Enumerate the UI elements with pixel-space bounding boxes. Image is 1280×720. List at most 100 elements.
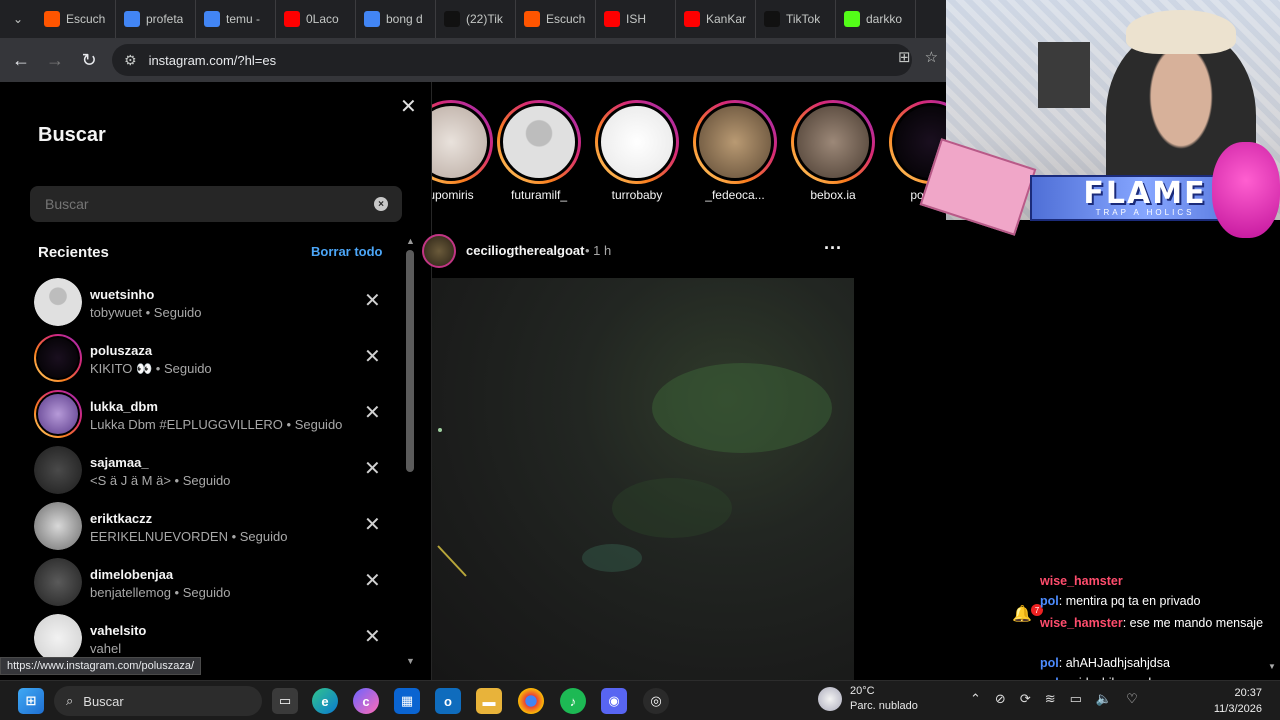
story-ring[interactable] xyxy=(791,100,875,184)
story-ring[interactable] xyxy=(595,100,679,184)
tray-overflow-icon[interactable]: ⌃ xyxy=(970,691,981,707)
story-ring[interactable] xyxy=(693,100,777,184)
avatar[interactable] xyxy=(34,334,82,382)
remove-recent-icon[interactable]: ✕ xyxy=(364,400,381,425)
back-arrow-icon[interactable]: ← xyxy=(4,43,38,77)
chat-message: wise_hamster xyxy=(1040,574,1280,588)
story-item[interactable]: upomiris xyxy=(432,100,496,202)
browser-tab[interactable]: TikTok xyxy=(756,0,836,38)
install-app-icon[interactable]: ⊞ xyxy=(898,48,911,66)
clear-all-button[interactable]: Borrar todo xyxy=(311,244,383,259)
browser-tab[interactable]: 0Laco xyxy=(276,0,356,38)
browser-tab[interactable]: temu - xyxy=(196,0,276,38)
browser-tab[interactable]: bong d xyxy=(356,0,436,38)
post-image-art xyxy=(437,363,832,577)
avatar[interactable] xyxy=(34,278,82,326)
post-author-avatar[interactable] xyxy=(422,234,456,268)
site-info-icon[interactable]: ⚙ xyxy=(124,52,137,69)
volume-icon[interactable]: 🔈 xyxy=(1096,691,1112,707)
search-box[interactable]: × xyxy=(30,186,402,222)
browser-tab[interactable]: (22)Tik xyxy=(436,0,516,38)
avatar[interactable] xyxy=(34,390,82,438)
remove-recent-icon[interactable]: ✕ xyxy=(364,456,381,481)
recent-search-item[interactable]: lukka_dbm Lukka Dbm #ELPLUGGVILLERO • Seg… xyxy=(0,388,400,444)
wifi-icon[interactable]: ≋ xyxy=(1045,691,1056,707)
bookmark-star-icon[interactable]: ☆ xyxy=(925,48,938,66)
recent-username[interactable]: eriktkaczz xyxy=(90,511,152,526)
store-icon[interactable]: ▦ xyxy=(394,688,420,714)
obs-icon[interactable]: ◎ xyxy=(643,688,669,714)
copilot-icon[interactable]: c xyxy=(353,688,379,714)
browser-tab[interactable]: Escuch xyxy=(36,0,116,38)
recent-username[interactable]: poluszaza xyxy=(90,343,152,358)
browser-tab-label: TikTok xyxy=(786,12,821,26)
address-bar[interactable]: ⚙ instagram.com/?hl=es xyxy=(112,44,912,76)
recent-username[interactable]: lukka_dbm xyxy=(90,399,158,414)
remove-recent-icon[interactable]: ✕ xyxy=(364,624,381,649)
browser-tab[interactable]: ISH xyxy=(596,0,676,38)
taskbar-search[interactable]: ⌕ Buscar xyxy=(54,686,262,716)
windows-start-icon[interactable]: ⊞ xyxy=(18,688,44,714)
story-ring[interactable] xyxy=(497,100,581,184)
panel-scrollbar[interactable]: ▲ ▼ xyxy=(404,236,416,666)
discord-icon[interactable]: ◉ xyxy=(601,688,627,714)
scroll-up-icon[interactable]: ▲ xyxy=(406,236,415,246)
recent-username[interactable]: sajamaa_ xyxy=(90,455,149,470)
forward-arrow-icon[interactable]: → xyxy=(38,43,72,77)
recent-username[interactable]: wuetsinho xyxy=(90,287,154,302)
avatar[interactable] xyxy=(34,558,82,606)
chrome-icon[interactable] xyxy=(518,688,544,714)
task-view-icon[interactable]: ▭ xyxy=(272,688,298,714)
recent-search-item[interactable]: eriktkaczz EERIKELNUEVORDEN • Seguido ✕ xyxy=(0,500,400,556)
outlook-icon[interactable]: o xyxy=(435,688,461,714)
story-item[interactable]: turrobaby xyxy=(592,100,682,202)
avatar[interactable] xyxy=(34,614,82,662)
clear-search-icon[interactable]: × xyxy=(374,197,388,211)
sync-icon[interactable]: ⟳ xyxy=(1020,691,1031,707)
recent-search-item[interactable]: wuetsinho tobywuet • Seguido ✕ xyxy=(0,276,400,332)
weather-widget[interactable]: 20°C Parc. nublado xyxy=(818,684,918,714)
close-icon[interactable]: ✕ xyxy=(400,94,417,119)
url-text[interactable]: instagram.com/?hl=es xyxy=(149,53,277,68)
taskbar-clock[interactable]: 20:37 11/3/2026 xyxy=(1200,685,1262,717)
story-item[interactable]: futuramilf_ xyxy=(494,100,584,202)
browser-tab[interactable]: darkko xyxy=(836,0,916,38)
avatar[interactable] xyxy=(34,446,82,494)
remove-recent-icon[interactable]: ✕ xyxy=(364,512,381,537)
file-explorer-icon[interactable]: ▬ xyxy=(476,688,502,714)
browser-tab[interactable]: Escuch xyxy=(516,0,596,38)
reload-icon[interactable]: ↻ xyxy=(72,43,106,77)
recent-username[interactable]: dimelobenjaa xyxy=(90,567,173,582)
edge-icon[interactable]: e xyxy=(312,688,338,714)
story-item[interactable]: _fedeoca... xyxy=(690,100,780,202)
recent-search-item[interactable]: poluszaza KIKITO 👀 • Seguido ✕ xyxy=(0,332,400,388)
network-icon[interactable]: ⊘ xyxy=(995,691,1006,707)
recent-username[interactable]: vahelsito xyxy=(90,623,146,638)
avatar[interactable] xyxy=(34,502,82,550)
remove-recent-icon[interactable]: ✕ xyxy=(364,344,381,369)
story-item[interactable]: bebox.ia xyxy=(788,100,878,202)
search-input[interactable] xyxy=(45,196,345,212)
youtube-icon xyxy=(684,11,700,27)
recent-search-item[interactable]: sajamaa_ <S ä J ä M ä> • Seguido ✕ xyxy=(0,444,400,500)
more-options-icon[interactable]: ··· xyxy=(824,238,842,259)
story-ring[interactable] xyxy=(432,100,493,184)
tab-search-chevron-icon[interactable]: ⌄ xyxy=(0,0,36,38)
weather-temperature: 20°C xyxy=(850,685,875,697)
avatar-image xyxy=(36,336,80,380)
spotify-icon[interactable]: ♪ xyxy=(560,688,586,714)
browser-tab[interactable]: profeta xyxy=(116,0,196,38)
post-author-username[interactable]: ceciliogtherealgoat xyxy=(466,243,584,258)
browser-tab[interactable]: KanKar xyxy=(676,0,756,38)
recent-subtitle: benjatellemog • Seguido xyxy=(90,585,231,600)
monitor-icon[interactable]: ▭ xyxy=(1070,691,1082,707)
chat-tray-icon[interactable]: ♡ xyxy=(1126,691,1138,707)
avatar-image xyxy=(34,558,82,606)
recent-search-item[interactable]: dimelobenjaa benjatellemog • Seguido ✕ xyxy=(0,556,400,612)
scroll-down-icon[interactable]: ▼ xyxy=(406,656,415,666)
page-scroll-down-icon[interactable]: ▼ xyxy=(1268,662,1276,671)
scroll-thumb[interactable] xyxy=(406,250,414,472)
remove-recent-icon[interactable]: ✕ xyxy=(364,568,381,593)
remove-recent-icon[interactable]: ✕ xyxy=(364,288,381,313)
post-image[interactable] xyxy=(432,278,854,680)
